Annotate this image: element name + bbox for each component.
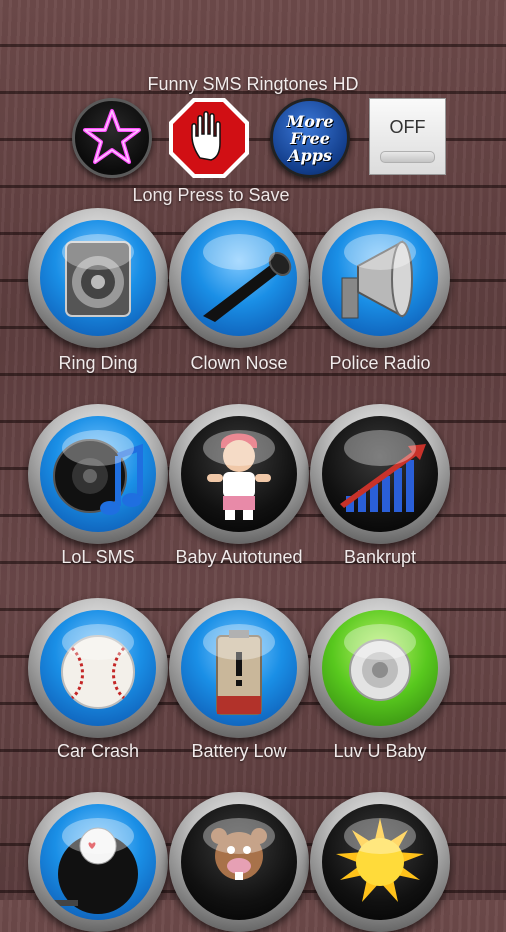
sound-button-clown-nose[interactable] xyxy=(169,208,309,348)
sound-label: Ring Ding xyxy=(58,353,138,373)
stop-hand-icon xyxy=(169,98,249,178)
sound-button-battery-low[interactable] xyxy=(169,598,309,738)
button-face xyxy=(40,220,156,336)
more-free-apps-button[interactable]: More Free Apps xyxy=(270,98,350,178)
sound-button-baby-autotuned[interactable] xyxy=(169,404,309,544)
sound-button-bankrupt[interactable] xyxy=(310,404,450,544)
star-icon xyxy=(83,109,141,164)
toggle-track xyxy=(380,151,435,163)
sound-button-luv-u-baby[interactable] xyxy=(310,598,450,738)
sound-label: Clown Nose xyxy=(190,353,288,373)
long-press-hint: Long Press to Save xyxy=(132,185,290,205)
sound-label: Car Crash xyxy=(56,741,140,761)
sound-button-beaver[interactable] xyxy=(169,792,309,932)
sound-label: Luv U Baby xyxy=(333,741,427,761)
sound-button-lol-sms[interactable] xyxy=(28,404,168,544)
sound-button-ring-ding[interactable] xyxy=(28,208,168,348)
button-face xyxy=(322,220,438,336)
button-face xyxy=(322,804,438,920)
toggle-label: OFF xyxy=(389,117,426,137)
button-face xyxy=(40,804,156,920)
button-face xyxy=(322,610,438,726)
sound-button-police-radio[interactable] xyxy=(310,208,450,348)
button-face xyxy=(40,610,156,726)
sound-label: LoL SMS xyxy=(61,547,135,567)
sound-button-car-crash[interactable] xyxy=(28,598,168,738)
ringtone-toggle[interactable]: OFF xyxy=(369,98,446,175)
button-face xyxy=(181,610,297,726)
more-free-apps-label: More Free Apps xyxy=(286,112,334,165)
sound-button-bike-bell[interactable] xyxy=(28,792,168,932)
sound-label: Bankrupt xyxy=(343,547,417,567)
button-face xyxy=(181,416,297,532)
sound-label: Baby Autotuned xyxy=(175,547,303,567)
sound-button-sun[interactable] xyxy=(310,792,450,932)
button-face xyxy=(181,804,297,920)
button-face xyxy=(322,416,438,532)
app-title: Funny SMS Ringtones HD xyxy=(147,74,359,94)
favorites-button[interactable] xyxy=(72,98,152,178)
button-face xyxy=(40,416,156,532)
sound-label: Battery Low xyxy=(191,741,287,761)
sound-label: Police Radio xyxy=(329,353,431,373)
button-face xyxy=(181,220,297,336)
stop-button[interactable] xyxy=(169,98,249,178)
